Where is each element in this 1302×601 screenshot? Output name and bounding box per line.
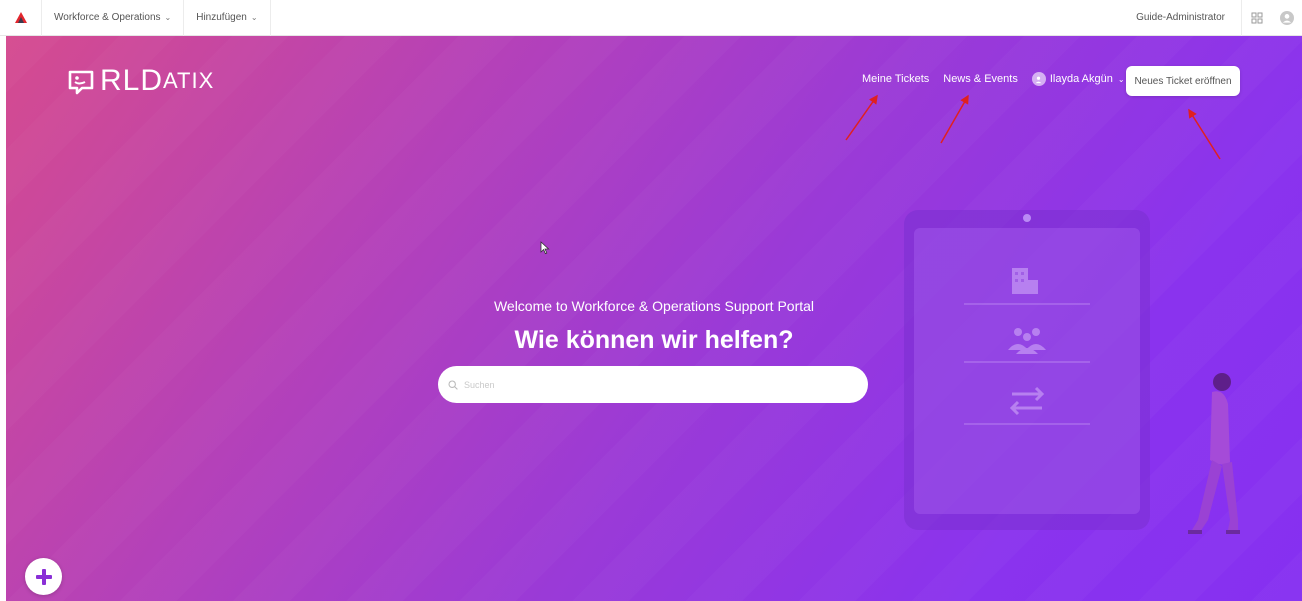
search-icon bbox=[448, 379, 458, 390]
search-bar[interactable] bbox=[438, 366, 868, 403]
add-menu[interactable]: Hinzufügen ⌄ bbox=[184, 0, 271, 36]
profile-button[interactable] bbox=[1272, 0, 1302, 36]
tablet-illustration bbox=[904, 210, 1150, 530]
portal-nav: Meine Tickets News & Events Ilayda Akgün… bbox=[862, 72, 1125, 86]
chevron-down-icon: ⌄ bbox=[250, 13, 258, 22]
annotation-arrow-new-ticket bbox=[1188, 108, 1221, 160]
nav-link-news-events[interactable]: News & Events bbox=[943, 73, 1018, 85]
brand-text-small: ATIX bbox=[163, 68, 215, 93]
profile-icon bbox=[1280, 10, 1294, 25]
search-input[interactable] bbox=[464, 379, 844, 390]
add-menu-label: Hinzufügen bbox=[196, 12, 247, 23]
rldatix-logo-button[interactable] bbox=[0, 0, 42, 36]
rldatix-brand-logo[interactable]: RLD ATIX bbox=[66, 64, 214, 98]
add-widget-button[interactable] bbox=[25, 558, 62, 595]
brand-text-main: RLD bbox=[100, 64, 164, 97]
apps-grid-button[interactable] bbox=[1242, 0, 1272, 36]
nav-link-my-tickets[interactable]: Meine Tickets bbox=[862, 73, 929, 85]
role-label[interactable]: Guide-Administrator bbox=[1120, 0, 1242, 36]
chevron-down-icon: ⌄ bbox=[1117, 74, 1125, 84]
user-avatar bbox=[1031, 72, 1046, 86]
mouse-cursor-icon bbox=[540, 241, 550, 255]
workforce-operations-menu[interactable]: Workforce & Operations ⌄ bbox=[42, 0, 185, 36]
annotation-arrow-tickets bbox=[845, 94, 878, 141]
plus-icon bbox=[35, 568, 52, 585]
user-name: Ilayda Akgün bbox=[1049, 73, 1113, 85]
admin-top-bar: Workforce & Operations ⌄ Hinzufügen ⌄ Gu… bbox=[0, 0, 1302, 36]
rldatix-chat-logo-icon bbox=[68, 70, 94, 95]
rldatix-triangle-icon bbox=[14, 11, 27, 23]
user-menu[interactable]: Ilayda Akgün ⌄ bbox=[1031, 72, 1125, 86]
person-illustration bbox=[1188, 373, 1240, 534]
annotation-arrow-news bbox=[940, 94, 969, 144]
chevron-down-icon: ⌄ bbox=[164, 13, 172, 22]
user-icon bbox=[1035, 76, 1042, 83]
page-title: Wie können wir helfen? bbox=[514, 326, 794, 354]
welcome-text: Welcome to Workforce & Operations Suppor… bbox=[493, 298, 815, 314]
hero-section: RLD ATIX Meine Tickets News & Events Ilay… bbox=[6, 36, 1302, 601]
apps-grid-icon bbox=[1251, 12, 1263, 23]
workforce-operations-menu-label: Workforce & Operations bbox=[54, 12, 161, 23]
new-ticket-button[interactable]: Neues Ticket eröffnen bbox=[1126, 66, 1240, 96]
